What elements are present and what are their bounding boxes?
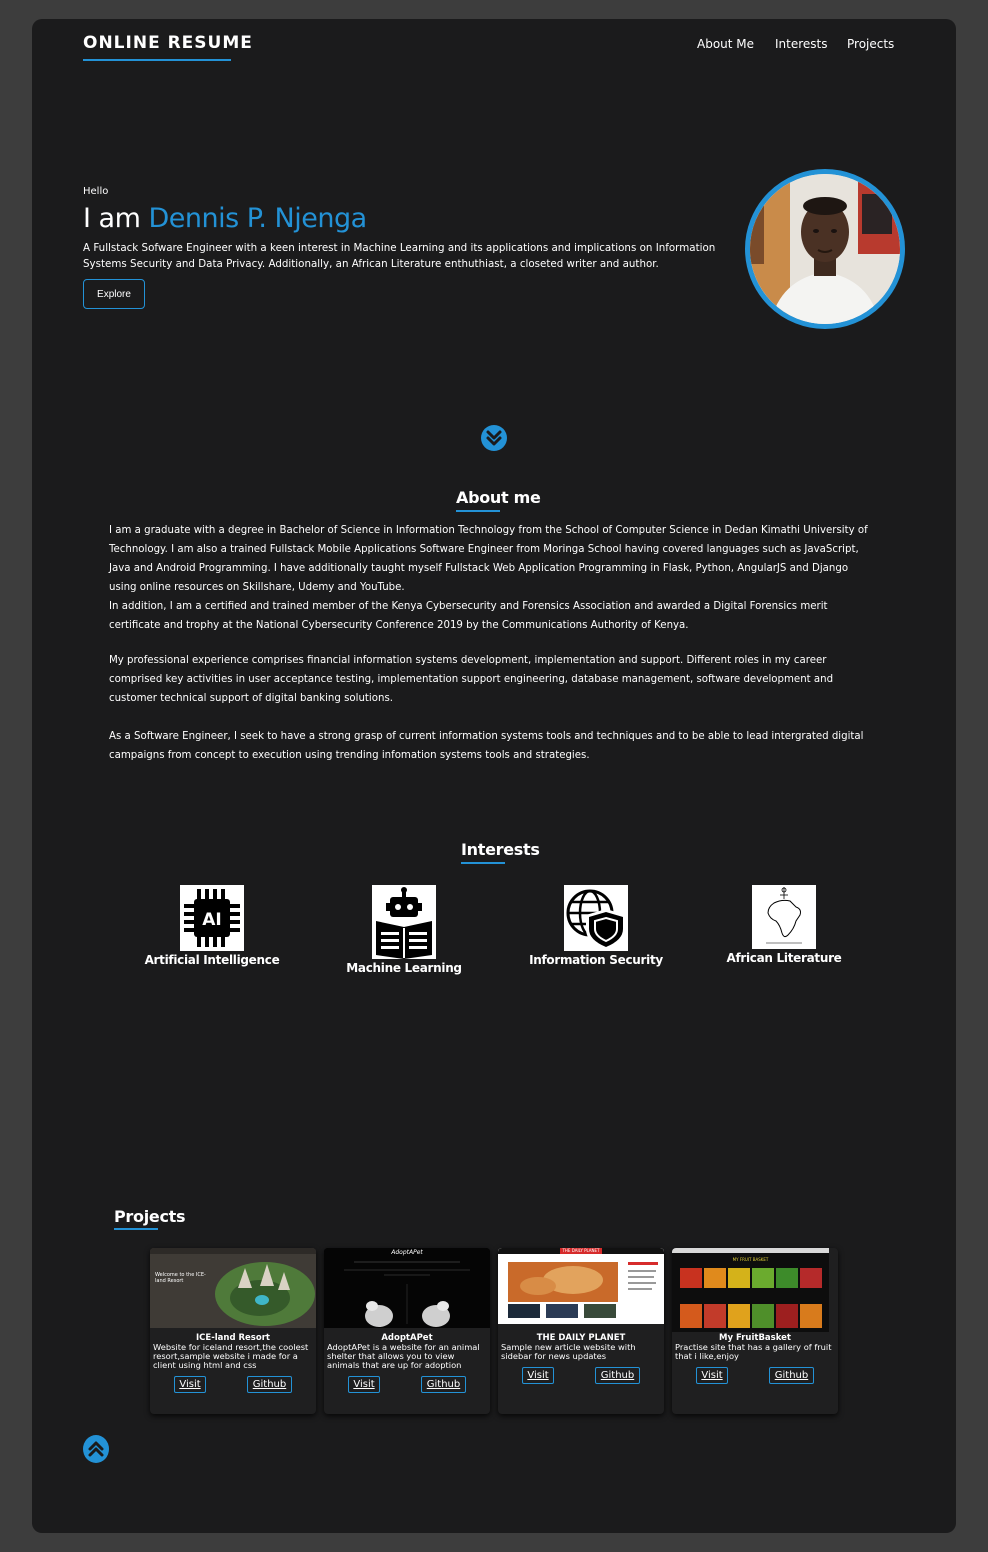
project-card-daily-planet: THE DAILY PLANET THE DAILY PLANET Sample… <box>498 1248 664 1414</box>
about-paragraph: I am a graduate with a degree in Bachelo… <box>109 525 868 593</box>
interest-information-security[interactable]: Information Security <box>524 885 668 967</box>
project-description: Sample new article website with sidebar … <box>501 1342 636 1361</box>
robot-reading-icon <box>372 885 436 959</box>
github-button[interactable]: Github <box>247 1376 292 1393</box>
resume-card: ONLINE RESUME About Me Interests Project… <box>32 19 956 1533</box>
interest-label: Information Security <box>529 953 663 967</box>
project-description: Website for iceland resort,the coolest r… <box>153 1342 309 1370</box>
nav-projects[interactable]: Projects <box>847 37 894 51</box>
hero-heading: I am Dennis P. Njenga <box>83 203 367 234</box>
back-to-top-icon[interactable] <box>83 1435 109 1463</box>
brand-underline <box>83 59 231 61</box>
visit-button[interactable]: Visit <box>522 1367 554 1384</box>
project-description: Practise site that has a gallery of frui… <box>675 1342 832 1361</box>
ai-chip-icon: AI <box>180 885 244 951</box>
project-thumbnail: MY FRUIT BASKET <box>672 1248 829 1332</box>
about-paragraph: In addition, I am a certified and traine… <box>109 601 828 631</box>
visit-button[interactable]: Visit <box>348 1376 380 1393</box>
visit-button[interactable]: Visit <box>174 1376 206 1393</box>
interests-title-underline <box>461 862 505 864</box>
interest-machine-learning[interactable]: Machine Learning <box>334 885 474 975</box>
nav-about-me[interactable]: About Me <box>697 37 754 51</box>
thumbnail-heading: MY FRUIT BASKET <box>732 1257 769 1262</box>
project-card-adoptapet: AdoptAPet AdoptAPet AdoptAPet is a websi… <box>324 1248 490 1414</box>
interest-label: Artificial Intelligence <box>144 953 280 967</box>
projects-title-underline <box>114 1228 158 1230</box>
github-button[interactable]: Github <box>595 1367 640 1384</box>
thumbnail-heading: THE DAILY PLANET <box>562 1248 600 1253</box>
about-paragraph: As a Software Engineer, I seek to have a… <box>109 731 864 761</box>
africa-map-icon <box>752 885 816 949</box>
brand-title[interactable]: ONLINE RESUME <box>83 33 253 53</box>
globe-shield-icon <box>564 885 628 951</box>
about-paragraph: My professional experience comprises fin… <box>109 655 834 704</box>
project-card-fruitbasket: MY FRUIT BASKET My FruitBasket Practise … <box>672 1248 838 1414</box>
explore-button[interactable]: Explore <box>83 279 145 309</box>
hero-description: A Fullstack Sofware Engineer with a keen… <box>83 242 716 270</box>
github-button[interactable]: Github <box>769 1367 814 1384</box>
nav-interests[interactable]: Interests <box>775 37 828 51</box>
project-description: AdoptAPet is a website for an animal she… <box>327 1342 480 1370</box>
project-card-iceland-resort: Welcome to the ICE-land Resort ICE-land … <box>150 1248 316 1414</box>
scroll-down-icon[interactable] <box>481 425 507 451</box>
about-text: I am a graduate with a degree in Bachelo… <box>109 521 877 781</box>
project-thumbnail: AdoptAPet <box>324 1248 490 1328</box>
thumbnail-heading: Welcome to the ICE-land Resort <box>155 1272 206 1284</box>
hero-name: Dennis P. Njenga <box>148 203 368 234</box>
about-title: About me <box>456 488 541 507</box>
project-thumbnail: Welcome to the ICE-land Resort <box>150 1248 316 1328</box>
project-thumbnail: THE DAILY PLANET <box>498 1248 664 1324</box>
hero-intro-prefix: I am <box>83 203 141 234</box>
interests-title: Interests <box>461 840 540 859</box>
ai-chip-text: AI <box>202 910 221 930</box>
interest-african-literature[interactable]: African Literature <box>714 885 854 965</box>
interest-artificial-intelligence[interactable]: AI Artificial Intelligence <box>142 885 282 967</box>
thumbnail-heading: AdoptAPet <box>391 1249 423 1256</box>
interest-label: Machine Learning <box>346 961 462 975</box>
github-button[interactable]: Github <box>421 1376 466 1393</box>
projects-title: Projects <box>114 1207 186 1226</box>
interest-label: African Literature <box>726 951 842 965</box>
about-title-underline <box>456 510 500 512</box>
hero-greeting: Hello <box>83 186 109 197</box>
profile-photo <box>745 169 905 329</box>
visit-button[interactable]: Visit <box>696 1367 728 1384</box>
